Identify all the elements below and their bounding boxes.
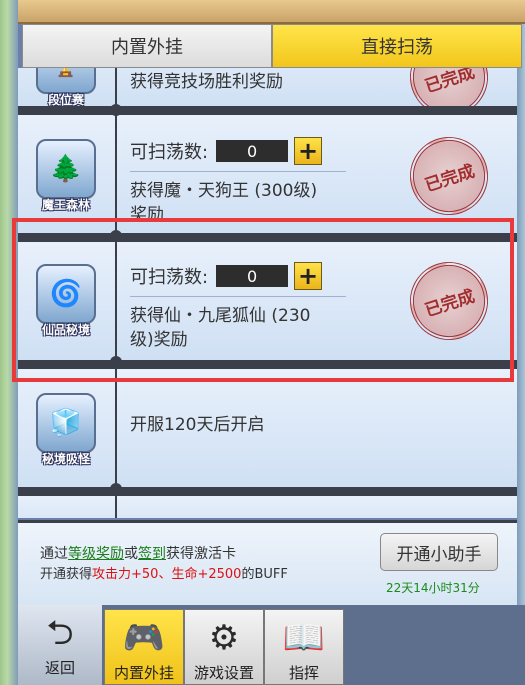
tab-bar: 内置外挂 直接扫荡 [22, 24, 522, 68]
cube-icon: 🧊 [36, 393, 96, 453]
badge-rank-match: 🏆 段位赛 [36, 68, 96, 107]
tab-built-in-cheat[interactable]: 内置外挂 [22, 24, 272, 68]
gamepad-icon: 🎮 [122, 618, 166, 658]
list-item-demon-forest: 🌲 魔王森林 可扫荡数: 0 + 获得魔・天狗王 (300级) 奖励 已完成 [18, 115, 517, 233]
unlock-text: 开服120天后开启 [130, 415, 265, 435]
level-reward-link[interactable]: 等级奖励 [68, 546, 124, 562]
back-button[interactable]: ⮌ 返回 [18, 605, 102, 685]
buff-text: 开通获得 [40, 567, 93, 582]
list-item-rank-match: 🏆 段位赛 获得竞技场胜利奖励 已完成 [18, 68, 517, 127]
badge-secret-monster: 🧊 秘境吸怪 [36, 393, 96, 466]
nav-built-in-cheat[interactable]: 🎮 内置外挂 [104, 609, 184, 685]
back-label: 返回 [44, 659, 75, 677]
assistant-footer: 通过等级奖励或签到获得激活卡 开通获得攻击力+50、生命+2500的BUFF 开… [18, 520, 517, 605]
sweep-count-label: 可扫荡数: [130, 142, 209, 163]
right-frame [517, 0, 525, 685]
list-item-partial [18, 496, 517, 518]
activate-assistant-button[interactable]: 开通小助手 [380, 533, 498, 571]
remaining-time: 22天14小时31分 [386, 581, 480, 595]
top-banner [18, 0, 525, 24]
buff-stats: 攻击力+50、生命+2500 [92, 567, 242, 582]
bottom-nav: ⮌ 返回 🎮 内置外挂 ⚙ 游戏设置 📖 指挥 [18, 605, 525, 685]
nav-label: 内置外挂 [113, 664, 174, 682]
back-arrow-icon: ⮌ [46, 613, 74, 653]
hint-text: 或 [124, 546, 138, 562]
forest-icon: 🌲 [36, 139, 96, 199]
selection-highlight [12, 218, 514, 382]
nav-label: 游戏设置 [193, 664, 254, 682]
book-icon: 📖 [282, 618, 326, 658]
list-item-secret-monster: 🧊 秘境吸怪 开服120天后开启 [18, 369, 517, 487]
reward-line-1: 获得魔・天狗王 (300级) [130, 181, 318, 201]
buff-hint: 开通获得攻击力+50、生命+2500的BUFF [40, 563, 288, 582]
badge-label: 秘境吸怪 [41, 452, 90, 466]
badge-demon-forest: 🌲 魔王森林 [36, 139, 96, 212]
reward-text: 获得竞技场胜利奖励 [130, 72, 283, 92]
add-sweep-button[interactable]: + [294, 137, 323, 165]
timeline-dot [110, 483, 122, 495]
sweep-count-line: 可扫荡数: 0 + [130, 137, 323, 165]
row-divider [18, 106, 517, 115]
badge-label: 魔王森林 [41, 198, 90, 212]
hint-text: 获得激活卡 [166, 546, 236, 562]
separator [130, 171, 346, 172]
gamepad-gear-icon: ⚙ [208, 618, 240, 658]
completed-stamp: 已完成 [399, 126, 499, 226]
sweep-count-value: 0 [216, 140, 289, 162]
nav-label: 指挥 [288, 664, 319, 682]
buff-text: 的BUFF [241, 567, 288, 582]
nav-command[interactable]: 📖 指挥 [264, 609, 344, 685]
hint-text: 通过 [40, 546, 68, 562]
row-divider [18, 487, 517, 496]
nav-game-settings[interactable]: ⚙ 游戏设置 [184, 609, 264, 685]
activation-hint: 通过等级奖励或签到获得激活卡 [40, 543, 236, 563]
timeline-dot [110, 104, 122, 116]
tab-direct-sweep[interactable]: 直接扫荡 [272, 24, 522, 68]
sign-in-link[interactable]: 签到 [138, 546, 166, 562]
